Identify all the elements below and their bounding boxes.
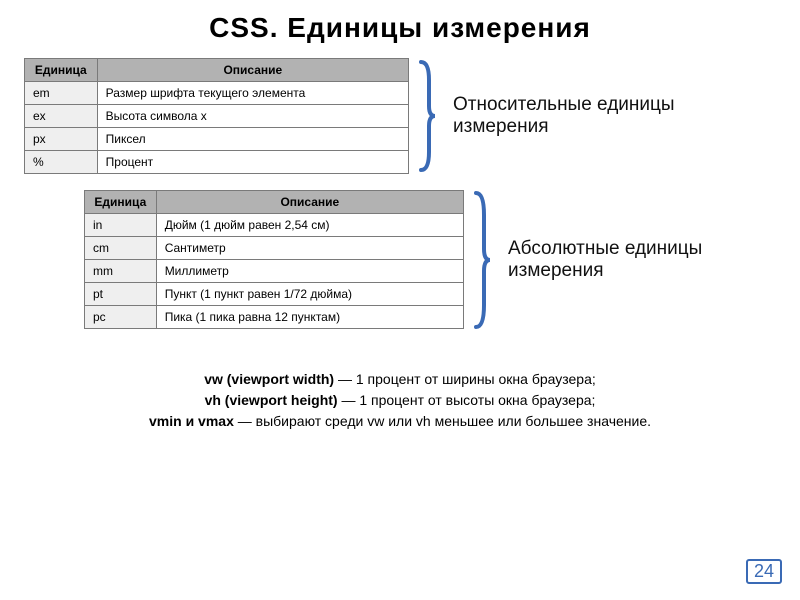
table-row: pt Пункт (1 пункт равен 1/72 дюйма) (85, 283, 464, 306)
desc-cell: Пиксел (97, 128, 408, 151)
brace-icon (417, 60, 437, 172)
page-number-badge: 24 (746, 559, 782, 584)
table-row: in Дюйм (1 дюйм равен 2,54 см) (85, 214, 464, 237)
unit-cell: cm (85, 237, 157, 260)
table-row: px Пиксел (25, 128, 409, 151)
table-row: pc Пика (1 пика равна 12 пунктам) (85, 306, 464, 329)
desc-cell: Процент (97, 151, 408, 174)
desc-cell: Дюйм (1 дюйм равен 2,54 см) (156, 214, 463, 237)
footer-bold: vh (viewport height) (205, 392, 338, 408)
footer-bold: vw (viewport width) (204, 371, 334, 387)
footer-line: vmin и vmax — выбирают среди vw или vh м… (24, 411, 776, 432)
unit-cell: em (25, 82, 98, 105)
table-row: mm Миллиметр (85, 260, 464, 283)
table-header-desc: Описание (97, 59, 408, 82)
unit-cell: mm (85, 260, 157, 283)
footer-line: vh (viewport height) — 1 процент от высо… (24, 390, 776, 411)
absolute-units-label: Абсолютные единицы измерения (508, 238, 758, 282)
table-row: ex Высота символа x (25, 105, 409, 128)
desc-cell: Миллиметр (156, 260, 463, 283)
footer-notes: vw (viewport width) — 1 процент от ширин… (24, 369, 776, 432)
desc-cell: Высота символа x (97, 105, 408, 128)
footer-text: — выбирают среди vw или vh меньшее или б… (234, 413, 651, 429)
desc-cell: Пункт (1 пункт равен 1/72 дюйма) (156, 283, 463, 306)
relative-units-label: Относительные единицы измерения (453, 94, 703, 138)
unit-cell: in (85, 214, 157, 237)
footer-text: — 1 процент от высоты окна браузера; (338, 392, 596, 408)
table-header-desc: Описание (156, 191, 463, 214)
relative-units-section: Единица Описание em Размер шрифта текуще… (24, 58, 776, 174)
desc-cell: Сантиметр (156, 237, 463, 260)
table-row: cm Сантиметр (85, 237, 464, 260)
table-header-unit: Единица (25, 59, 98, 82)
table-row: em Размер шрифта текущего элемента (25, 82, 409, 105)
unit-cell: px (25, 128, 98, 151)
footer-line: vw (viewport width) — 1 процент от ширин… (24, 369, 776, 390)
absolute-units-table: Единица Описание in Дюйм (1 дюйм равен 2… (84, 190, 464, 329)
brace-icon (472, 191, 492, 329)
unit-cell: pc (85, 306, 157, 329)
page-title: CSS. Единицы измерения (24, 12, 776, 44)
unit-cell: % (25, 151, 98, 174)
unit-cell: pt (85, 283, 157, 306)
desc-cell: Пика (1 пика равна 12 пунктам) (156, 306, 463, 329)
desc-cell: Размер шрифта текущего элемента (97, 82, 408, 105)
absolute-units-section: Единица Описание in Дюйм (1 дюйм равен 2… (24, 190, 776, 329)
footer-text: — 1 процент от ширины окна браузера; (334, 371, 596, 387)
unit-cell: ex (25, 105, 98, 128)
table-row: % Процент (25, 151, 409, 174)
footer-bold: vmin и vmax (149, 413, 234, 429)
relative-units-table: Единица Описание em Размер шрифта текуще… (24, 58, 409, 174)
table-header-unit: Единица (85, 191, 157, 214)
